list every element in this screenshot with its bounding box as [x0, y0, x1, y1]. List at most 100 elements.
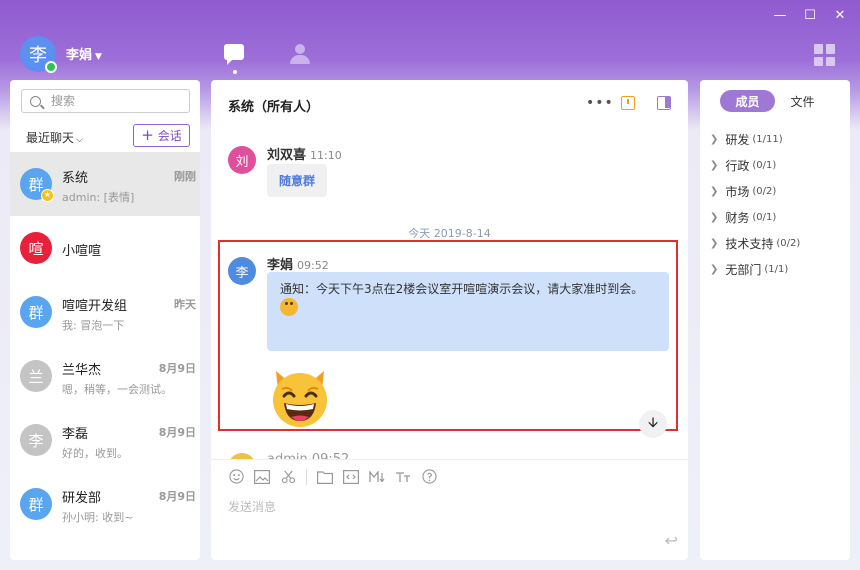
department-name: 技术支持	[725, 236, 774, 251]
chat-list-item[interactable]: 群喧喧开发组 昨天 我: 冒泡一下	[10, 280, 200, 344]
scroll-to-bottom-button[interactable]: 🡫	[639, 410, 667, 438]
department-list: ❯ 研发 (1/11) ❯ 行政 (0/1) ❯ 市场 (0/2) ❯ 财务 (0/1) ❯ 技术支持 (0…	[710, 126, 800, 282]
notice-icon[interactable]	[621, 96, 635, 110]
chat-avatar: 喧	[20, 232, 52, 264]
chat-avatar: 群	[20, 296, 52, 328]
cat-sticker-icon	[273, 371, 327, 427]
titlebar: — ☐ ✕ 李 李娟 ▼	[0, 0, 860, 80]
more-icon[interactable]: •••	[586, 95, 614, 111]
department-name: 市场	[725, 184, 750, 199]
chat-name: 小喧喧	[62, 244, 102, 259]
close-button[interactable]: ✕	[832, 8, 848, 23]
toolbar-divider	[306, 468, 307, 485]
message-avatar[interactable]: 李	[228, 257, 256, 285]
chat-list-panel: 最近聊天⌵ + 会话 群★系统刚刚admin: [表情]喧小喧喧群喧喧开发组昨天…	[10, 80, 200, 560]
arrow-down-icon: 🡫	[647, 415, 659, 431]
department-item[interactable]: ❯ 技术支持 (0/2)	[710, 230, 800, 256]
message-time: 11:10	[310, 149, 342, 162]
apps-grid-icon[interactable]	[814, 44, 836, 66]
new-chat-label: 会话	[157, 129, 182, 143]
recent-chats-dropdown[interactable]: 最近聊天 ⌵	[26, 129, 83, 146]
tab-members[interactable]: 成员	[720, 90, 775, 112]
department-item[interactable]: ❯ 市场 (0/2)	[710, 178, 800, 204]
members-panel: 成员 文件 ❯ 研发 (1/11) ❯ 行政 (0/1) ❯ 市场 (0/2) ❯ 财务 (0/1) ❯…	[700, 80, 850, 560]
chevron-right-icon: ❯	[710, 211, 719, 223]
tab-files[interactable]: 文件	[775, 90, 830, 112]
chat-time: 8月9日	[158, 362, 196, 375]
message-text: 通知：今天下午3点在2楼会议室开喧喧演示会议，请大家准时到会。	[280, 282, 644, 296]
nav-chat-tab[interactable]	[224, 44, 246, 74]
chat-list-item[interactable]: 群 ★ 系统 刚刚 admin: [表情]	[10, 152, 200, 216]
chat-list-item[interactable]: 喧小喧喧	[10, 216, 200, 280]
chat-preview: 好的，收到。	[62, 447, 128, 460]
department-count: (1/11)	[752, 133, 783, 145]
minimize-button[interactable]: —	[772, 8, 788, 23]
emoji-icon[interactable]	[228, 469, 244, 485]
message-input-area[interactable]	[228, 500, 648, 514]
chat-time: 刚刚	[174, 170, 196, 183]
search-icon	[30, 95, 41, 107]
help-icon[interactable]	[421, 469, 437, 485]
department-count: (0/1)	[752, 211, 777, 223]
message-avatar[interactable]: 刘	[228, 146, 256, 174]
message-sender: 刘双喜 11:10	[267, 148, 342, 163]
chat-list-item[interactable]: 李李磊 8月9日 好的，收到。	[10, 408, 200, 472]
date-separator: 今天 2019-8-14	[408, 227, 491, 240]
message-bubble[interactable]: 随意群	[267, 164, 328, 197]
screenshot-scissors-icon[interactable]	[280, 469, 296, 485]
department-count: (1/1)	[764, 263, 789, 275]
online-status-icon	[45, 61, 57, 73]
chat-header: 系统（所有人） •••	[211, 80, 688, 126]
font-size-icon[interactable]	[395, 469, 411, 485]
message-sender: 李娟 09:52	[267, 258, 329, 273]
department-count: (0/2)	[776, 237, 801, 249]
chat-list-item[interactable]: 兰兰华杰 8月9日 嗯，稍等，一会测试。	[10, 344, 200, 408]
folder-icon[interactable]	[317, 469, 333, 485]
send-icon[interactable]: ↩	[665, 531, 678, 550]
chevron-right-icon: ❯	[710, 237, 719, 249]
message-time: 09:52	[297, 259, 329, 272]
recent-chats-label: 最近聊天	[26, 131, 75, 145]
maximize-button[interactable]: ☐	[802, 8, 818, 23]
message-bubble[interactable]: 通知：今天下午3点在2楼会议室开喧喧演示会议，请大家准时到会。	[267, 272, 669, 351]
sidebar-toggle-icon[interactable]	[657, 96, 671, 110]
markdown-icon[interactable]	[369, 469, 385, 485]
department-item[interactable]: ❯ 财务 (0/1)	[710, 204, 800, 230]
image-icon[interactable]	[254, 469, 270, 485]
nav-contacts-tab[interactable]	[289, 44, 311, 64]
chat-bubble-icon	[224, 44, 244, 65]
department-item[interactable]: ❯ 行政 (0/1)	[710, 152, 800, 178]
chevron-right-icon: ❯	[710, 133, 719, 145]
compose-toolbar	[211, 459, 688, 493]
star-icon: ★	[41, 189, 54, 202]
department-item[interactable]: ❯ 无部门 (1/1)	[710, 256, 800, 282]
code-icon[interactable]	[343, 469, 359, 485]
chevron-right-icon: ❯	[710, 185, 719, 197]
chat-name: 李磊	[62, 427, 89, 442]
department-item[interactable]: ❯ 研发 (1/11)	[710, 126, 800, 152]
user-avatar[interactable]: 李	[20, 36, 57, 73]
chat-preview: admin: [表情]	[62, 191, 135, 204]
search-input[interactable]	[51, 94, 181, 108]
user-avatar-text: 李	[29, 45, 47, 66]
new-chat-button[interactable]: + 会话	[133, 124, 190, 147]
chevron-right-icon: ❯	[710, 263, 719, 275]
plus-icon: +	[141, 126, 154, 144]
search-box[interactable]	[21, 89, 190, 113]
chat-time: 8月9日	[158, 490, 196, 503]
chat-preview: 嗯，稍等，一会测试。	[62, 383, 172, 396]
user-name-menu[interactable]: 李娟 ▼	[66, 44, 102, 63]
active-indicator	[233, 70, 237, 74]
chevron-right-icon: ❯	[710, 159, 719, 171]
chat-panel: 系统（所有人） ••• 刘 刘双喜 11:10 随意群 今天 2019-8-14 …	[211, 80, 688, 560]
department-count: (0/1)	[752, 159, 777, 171]
caret-down-icon: ▼	[95, 52, 102, 62]
contact-icon	[295, 44, 305, 54]
chat-list-item[interactable]: 群研发部 8月9日 孙小明: 收到~	[10, 472, 200, 536]
chat-avatar: 群 ★	[20, 168, 54, 202]
chat-preview: 孙小明: 收到~	[62, 511, 134, 524]
members-tabs: 成员 文件	[720, 90, 830, 112]
chat-avatar: 群	[20, 488, 52, 520]
message-input[interactable]	[228, 500, 648, 514]
chat-name: 喧喧开发组	[62, 299, 128, 314]
